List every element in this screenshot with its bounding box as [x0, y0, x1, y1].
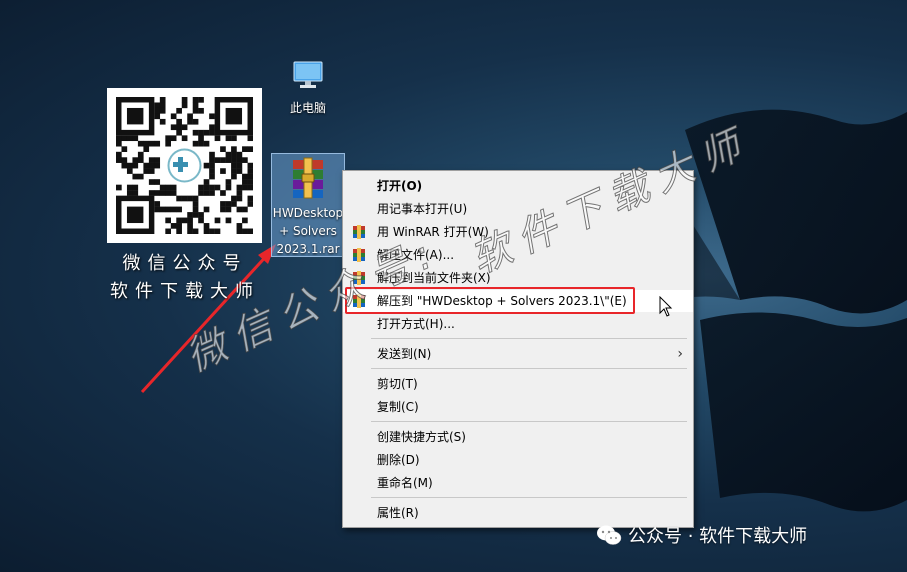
qr-caption-line1: 微信公众号: [122, 253, 248, 274]
mouse-cursor-icon: [659, 296, 673, 317]
menu-item-create-shortcut[interactable]: 创建快捷方式(S): [343, 426, 693, 448]
menu-separator: [371, 368, 687, 369]
rar-file-label-line3: 2023.1.rar: [276, 242, 340, 256]
menu-separator: [371, 338, 687, 339]
wechat-icon: [597, 525, 622, 545]
rar-file-label-line2: + Solvers: [279, 224, 337, 238]
winrar-archive-icon: [293, 157, 323, 199]
menu-item-properties[interactable]: 属性(R): [343, 502, 693, 524]
menu-item-delete[interactable]: 删除(D): [343, 449, 693, 471]
rar-file-label-line1: HWDesktop: [272, 206, 344, 220]
qr-code-pattern: [116, 97, 254, 235]
this-pc-label: 此电脑: [289, 101, 326, 115]
this-pc-desktop-icon[interactable]: 此电脑: [276, 58, 340, 116]
chevron-right-icon: ›: [677, 346, 683, 362]
menu-item-copy[interactable]: 复制(C): [343, 396, 693, 418]
monitor-icon: [293, 61, 323, 88]
menu-item-open-with[interactable]: 打开方式(H)...: [343, 313, 693, 335]
menu-separator: [371, 497, 687, 498]
menu-item-send-to[interactable]: 发送到(N) ›: [343, 343, 693, 365]
menu-separator: [371, 421, 687, 422]
qr-code: [107, 88, 262, 243]
footer-watermark: 公众号 · 软件下载大师: [596, 522, 807, 548]
menu-item-cut[interactable]: 剪切(T): [343, 373, 693, 395]
rar-file-desktop-icon[interactable]: HWDesktop + Solvers 2023.1.rar: [271, 153, 345, 257]
winrar-icon: [353, 225, 365, 239]
menu-item-rename[interactable]: 重命名(M): [343, 472, 693, 494]
footer-text: 公众号 · 软件下载大师: [628, 526, 808, 547]
